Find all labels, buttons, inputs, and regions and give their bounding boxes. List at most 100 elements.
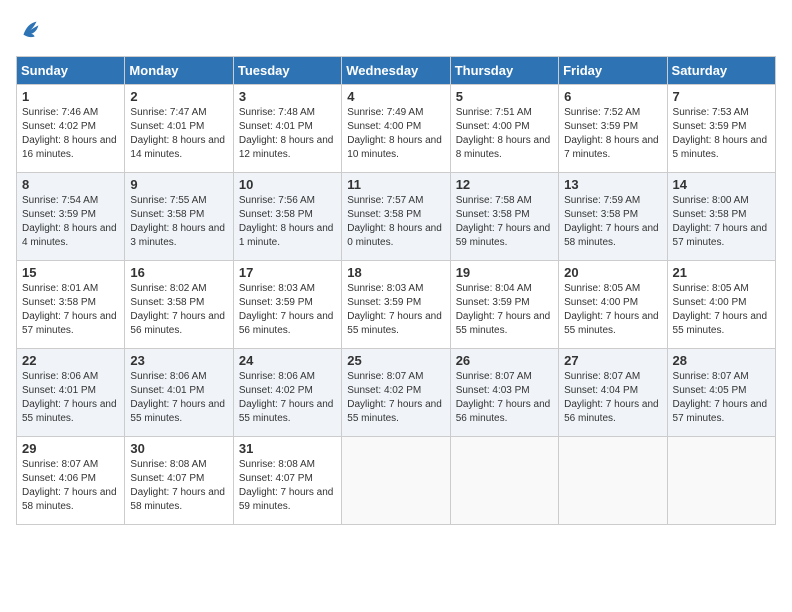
day-number: 17 [239, 265, 336, 280]
day-number: 5 [456, 89, 553, 104]
day-number: 21 [673, 265, 770, 280]
day-info: Sunrise: 7:57 AMSunset: 3:58 PMDaylight:… [347, 194, 444, 250]
day-cell [559, 437, 667, 525]
day-info: Sunrise: 7:55 AMSunset: 3:58 PMDaylight:… [130, 194, 227, 250]
day-cell: 4Sunrise: 7:49 AMSunset: 4:00 PMDaylight… [342, 85, 450, 173]
day-info: Sunrise: 7:59 AMSunset: 3:58 PMDaylight:… [564, 194, 661, 250]
day-number: 15 [22, 265, 119, 280]
day-info: Sunrise: 8:05 AMSunset: 4:00 PMDaylight:… [673, 282, 770, 338]
day-info: Sunrise: 8:03 AMSunset: 3:59 PMDaylight:… [347, 282, 444, 338]
day-cell: 12Sunrise: 7:58 AMSunset: 3:58 PMDayligh… [450, 173, 558, 261]
day-number: 11 [347, 177, 444, 192]
day-number: 25 [347, 353, 444, 368]
day-info: Sunrise: 7:56 AMSunset: 3:58 PMDaylight:… [239, 194, 336, 250]
day-info: Sunrise: 7:53 AMSunset: 3:59 PMDaylight:… [673, 106, 770, 162]
day-info: Sunrise: 8:07 AMSunset: 4:03 PMDaylight:… [456, 370, 553, 426]
day-cell: 31 Sunrise: 8:08 AMSunset: 4:07 PMDayligh… [233, 437, 341, 525]
day-cell: 9 Sunrise: 7:55 AMSunset: 3:58 PMDaylight… [125, 173, 233, 261]
day-cell: 30 Sunrise: 8:08 AMSunset: 4:07 PMDayligh… [125, 437, 233, 525]
col-header-tuesday: Tuesday [233, 57, 341, 85]
day-info: Sunrise: 7:51 AMSunset: 4:00 PMDaylight:… [456, 106, 553, 162]
day-number: 29 [22, 441, 119, 456]
day-cell: 17 Sunrise: 8:03 AMSunset: 3:59 PMDayligh… [233, 261, 341, 349]
day-number: 1 [22, 89, 119, 104]
day-cell: 1 Sunrise: 7:46 AMSunset: 4:02 PMDaylight… [17, 85, 125, 173]
week-row-3: 15Sunrise: 8:01 AMSunset: 3:58 PMDayligh… [17, 261, 776, 349]
day-cell: 21 Sunrise: 8:05 AMSunset: 4:00 PMDayligh… [667, 261, 775, 349]
day-info: Sunrise: 8:08 AMSunset: 4:07 PMDaylight:… [130, 458, 227, 514]
day-number: 7 [673, 89, 770, 104]
day-cell [450, 437, 558, 525]
day-info: Sunrise: 8:06 AMSunset: 4:02 PMDaylight:… [239, 370, 336, 426]
day-cell: 23 Sunrise: 8:06 AMSunset: 4:01 PMDayligh… [125, 349, 233, 437]
day-info: Sunrise: 8:08 AMSunset: 4:07 PMDaylight:… [239, 458, 336, 514]
day-number: 28 [673, 353, 770, 368]
col-header-monday: Monday [125, 57, 233, 85]
day-cell: 5 Sunrise: 7:51 AMSunset: 4:00 PMDaylight… [450, 85, 558, 173]
day-info: Sunrise: 7:47 AMSunset: 4:01 PMDaylight:… [130, 106, 227, 162]
day-cell: 28 Sunrise: 8:07 AMSunset: 4:05 PMDayligh… [667, 349, 775, 437]
day-cell: 27Sunrise: 8:07 AMSunset: 4:04 PMDayligh… [559, 349, 667, 437]
day-info: Sunrise: 8:06 AMSunset: 4:01 PMDaylight:… [130, 370, 227, 426]
day-number: 14 [673, 177, 770, 192]
day-info: Sunrise: 8:02 AMSunset: 3:58 PMDaylight:… [130, 282, 227, 338]
day-number: 2 [130, 89, 227, 104]
day-cell: 26 Sunrise: 8:07 AMSunset: 4:03 PMDayligh… [450, 349, 558, 437]
day-cell: 15Sunrise: 8:01 AMSunset: 3:58 PMDayligh… [17, 261, 125, 349]
day-number: 10 [239, 177, 336, 192]
day-number: 23 [130, 353, 227, 368]
calendar-header-row: SundayMondayTuesdayWednesdayThursdayFrid… [17, 57, 776, 85]
day-info: Sunrise: 7:48 AMSunset: 4:01 PMDaylight:… [239, 106, 336, 162]
day-cell: 29 Sunrise: 8:07 AMSunset: 4:06 PMDayligh… [17, 437, 125, 525]
day-info: Sunrise: 8:00 AMSunset: 3:58 PMDaylight:… [673, 194, 770, 250]
day-info: Sunrise: 8:06 AMSunset: 4:01 PMDaylight:… [22, 370, 119, 426]
calendar-table: SundayMondayTuesdayWednesdayThursdayFrid… [16, 56, 776, 525]
logo-icon [16, 16, 44, 44]
day-number: 26 [456, 353, 553, 368]
day-cell: 13Sunrise: 7:59 AMSunset: 3:58 PMDayligh… [559, 173, 667, 261]
day-info: Sunrise: 8:04 AMSunset: 3:59 PMDaylight:… [456, 282, 553, 338]
day-cell: 10 Sunrise: 7:56 AMSunset: 3:58 PMDayligh… [233, 173, 341, 261]
day-cell: 24 Sunrise: 8:06 AMSunset: 4:02 PMDayligh… [233, 349, 341, 437]
week-row-5: 29 Sunrise: 8:07 AMSunset: 4:06 PMDayligh… [17, 437, 776, 525]
col-header-friday: Friday [559, 57, 667, 85]
day-number: 19 [456, 265, 553, 280]
day-number: 3 [239, 89, 336, 104]
col-header-thursday: Thursday [450, 57, 558, 85]
day-number: 16 [130, 265, 227, 280]
day-cell [667, 437, 775, 525]
day-number: 18 [347, 265, 444, 280]
day-cell: 25 Sunrise: 8:07 AMSunset: 4:02 PMDayligh… [342, 349, 450, 437]
day-cell: 2 Sunrise: 7:47 AMSunset: 4:01 PMDaylight… [125, 85, 233, 173]
col-header-sunday: Sunday [17, 57, 125, 85]
day-number: 12 [456, 177, 553, 192]
day-info: Sunrise: 7:49 AMSunset: 4:00 PMDaylight:… [347, 106, 444, 162]
week-row-2: 8Sunrise: 7:54 AMSunset: 3:59 PMDaylight… [17, 173, 776, 261]
day-info: Sunrise: 8:07 AMSunset: 4:04 PMDaylight:… [564, 370, 661, 426]
day-number: 31 [239, 441, 336, 456]
day-cell: 11 Sunrise: 7:57 AMSunset: 3:58 PMDayligh… [342, 173, 450, 261]
day-info: Sunrise: 7:54 AMSunset: 3:59 PMDaylight:… [22, 194, 119, 250]
day-info: Sunrise: 8:07 AMSunset: 4:06 PMDaylight:… [22, 458, 119, 514]
day-number: 9 [130, 177, 227, 192]
day-info: Sunrise: 8:07 AMSunset: 4:05 PMDaylight:… [673, 370, 770, 426]
day-number: 30 [130, 441, 227, 456]
day-cell: 7 Sunrise: 7:53 AMSunset: 3:59 PMDaylight… [667, 85, 775, 173]
day-cell [342, 437, 450, 525]
day-cell: 19 Sunrise: 8:04 AMSunset: 3:59 PMDayligh… [450, 261, 558, 349]
day-number: 20 [564, 265, 661, 280]
day-info: Sunrise: 8:07 AMSunset: 4:02 PMDaylight:… [347, 370, 444, 426]
day-number: 22 [22, 353, 119, 368]
page-header [16, 16, 776, 44]
day-number: 24 [239, 353, 336, 368]
day-info: Sunrise: 7:46 AMSunset: 4:02 PMDaylight:… [22, 106, 119, 162]
logo [16, 16, 48, 44]
day-cell: 3 Sunrise: 7:48 AMSunset: 4:01 PMDaylight… [233, 85, 341, 173]
day-info: Sunrise: 8:03 AMSunset: 3:59 PMDaylight:… [239, 282, 336, 338]
week-row-1: 1 Sunrise: 7:46 AMSunset: 4:02 PMDaylight… [17, 85, 776, 173]
day-cell: 18 Sunrise: 8:03 AMSunset: 3:59 PMDayligh… [342, 261, 450, 349]
day-info: Sunrise: 8:05 AMSunset: 4:00 PMDaylight:… [564, 282, 661, 338]
day-cell: 22 Sunrise: 8:06 AMSunset: 4:01 PMDayligh… [17, 349, 125, 437]
day-cell: 6Sunrise: 7:52 AMSunset: 3:59 PMDaylight… [559, 85, 667, 173]
day-cell: 20 Sunrise: 8:05 AMSunset: 4:00 PMDayligh… [559, 261, 667, 349]
